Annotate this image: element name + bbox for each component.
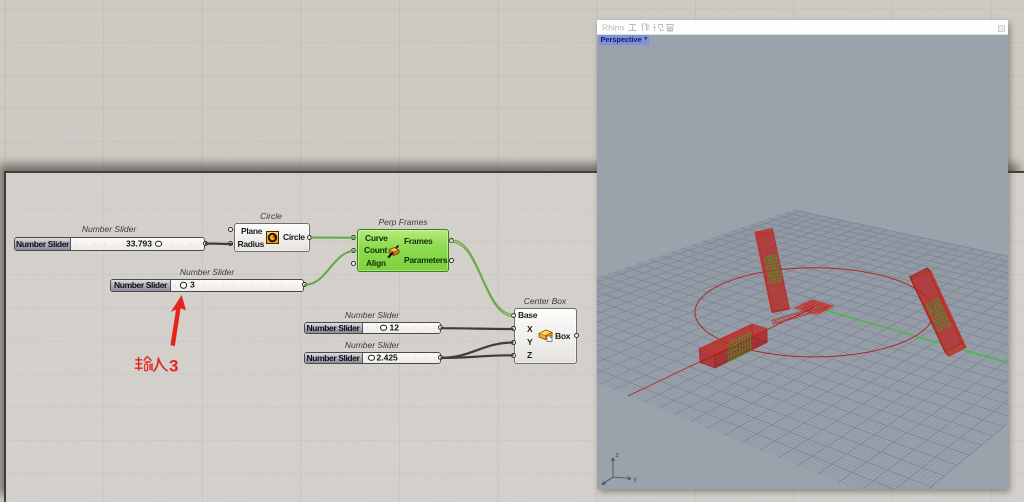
svg-text:z: z	[616, 452, 619, 459]
svg-text:Rhino: Rhino	[602, 23, 624, 33]
